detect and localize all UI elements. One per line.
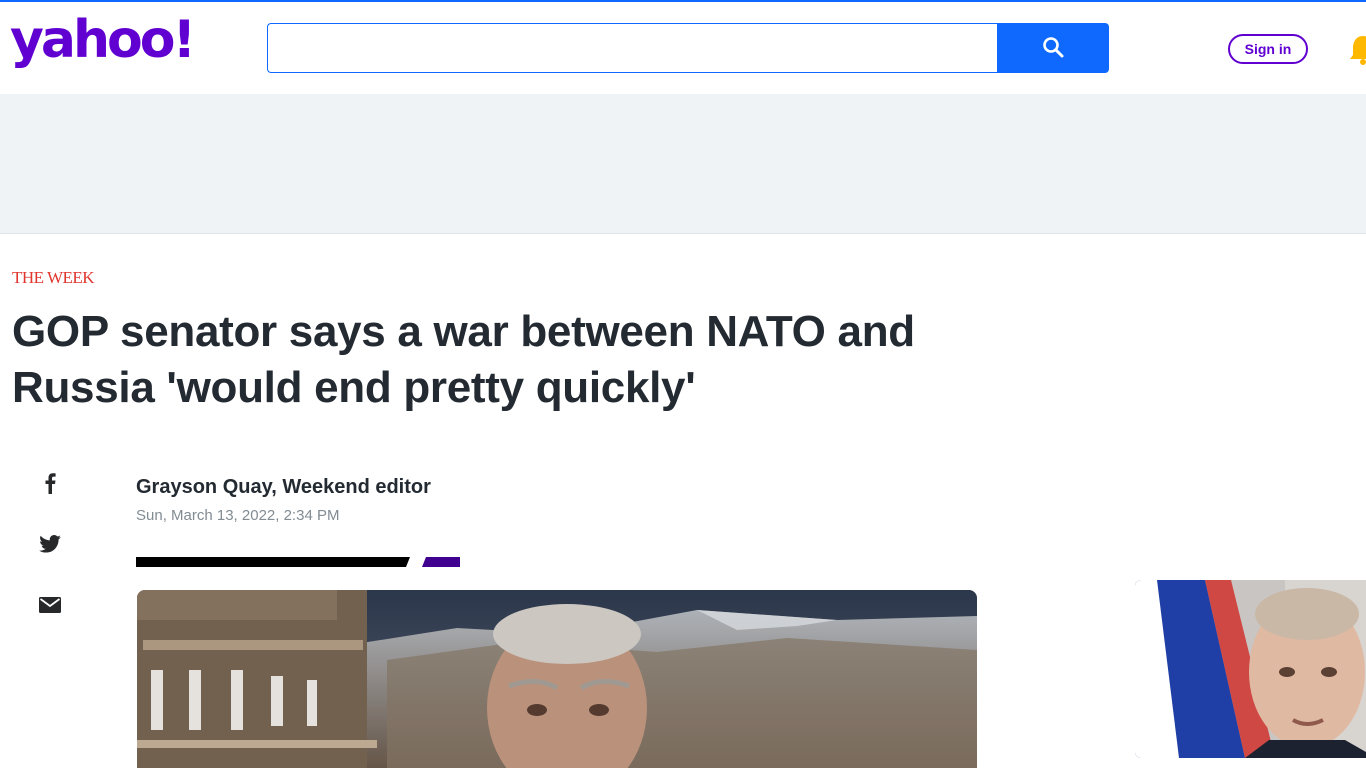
article-source[interactable]: THE WEEK xyxy=(12,268,95,288)
twitter-share-button[interactable] xyxy=(36,532,64,560)
article-headline: GOP senator says a war between NATO and … xyxy=(12,307,915,412)
search-input[interactable] xyxy=(267,23,997,73)
twitter-icon xyxy=(39,534,61,558)
email-share-button[interactable] xyxy=(36,593,64,621)
search-icon xyxy=(1041,35,1065,62)
article-author[interactable]: Grayson Quay, Weekend editor xyxy=(136,476,431,499)
article-date: Sun, March 13, 2022, 2:34 PM xyxy=(136,507,340,524)
bell-icon[interactable] xyxy=(1348,33,1366,67)
site-header: yahoo! Sign in xyxy=(0,2,1366,94)
facebook-share-button[interactable] xyxy=(36,471,64,499)
yahoo-logo[interactable]: yahoo! xyxy=(10,14,196,66)
related-story-thumbnail[interactable] xyxy=(1135,580,1366,758)
search-bar xyxy=(267,23,1109,73)
ad-banner-area xyxy=(0,94,1366,234)
email-icon xyxy=(39,596,61,618)
article-hero-image[interactable] xyxy=(137,590,977,768)
sign-in-button[interactable]: Sign in xyxy=(1228,34,1308,64)
byline-divider xyxy=(136,554,466,567)
facebook-icon xyxy=(44,472,56,499)
search-button[interactable] xyxy=(997,23,1109,73)
